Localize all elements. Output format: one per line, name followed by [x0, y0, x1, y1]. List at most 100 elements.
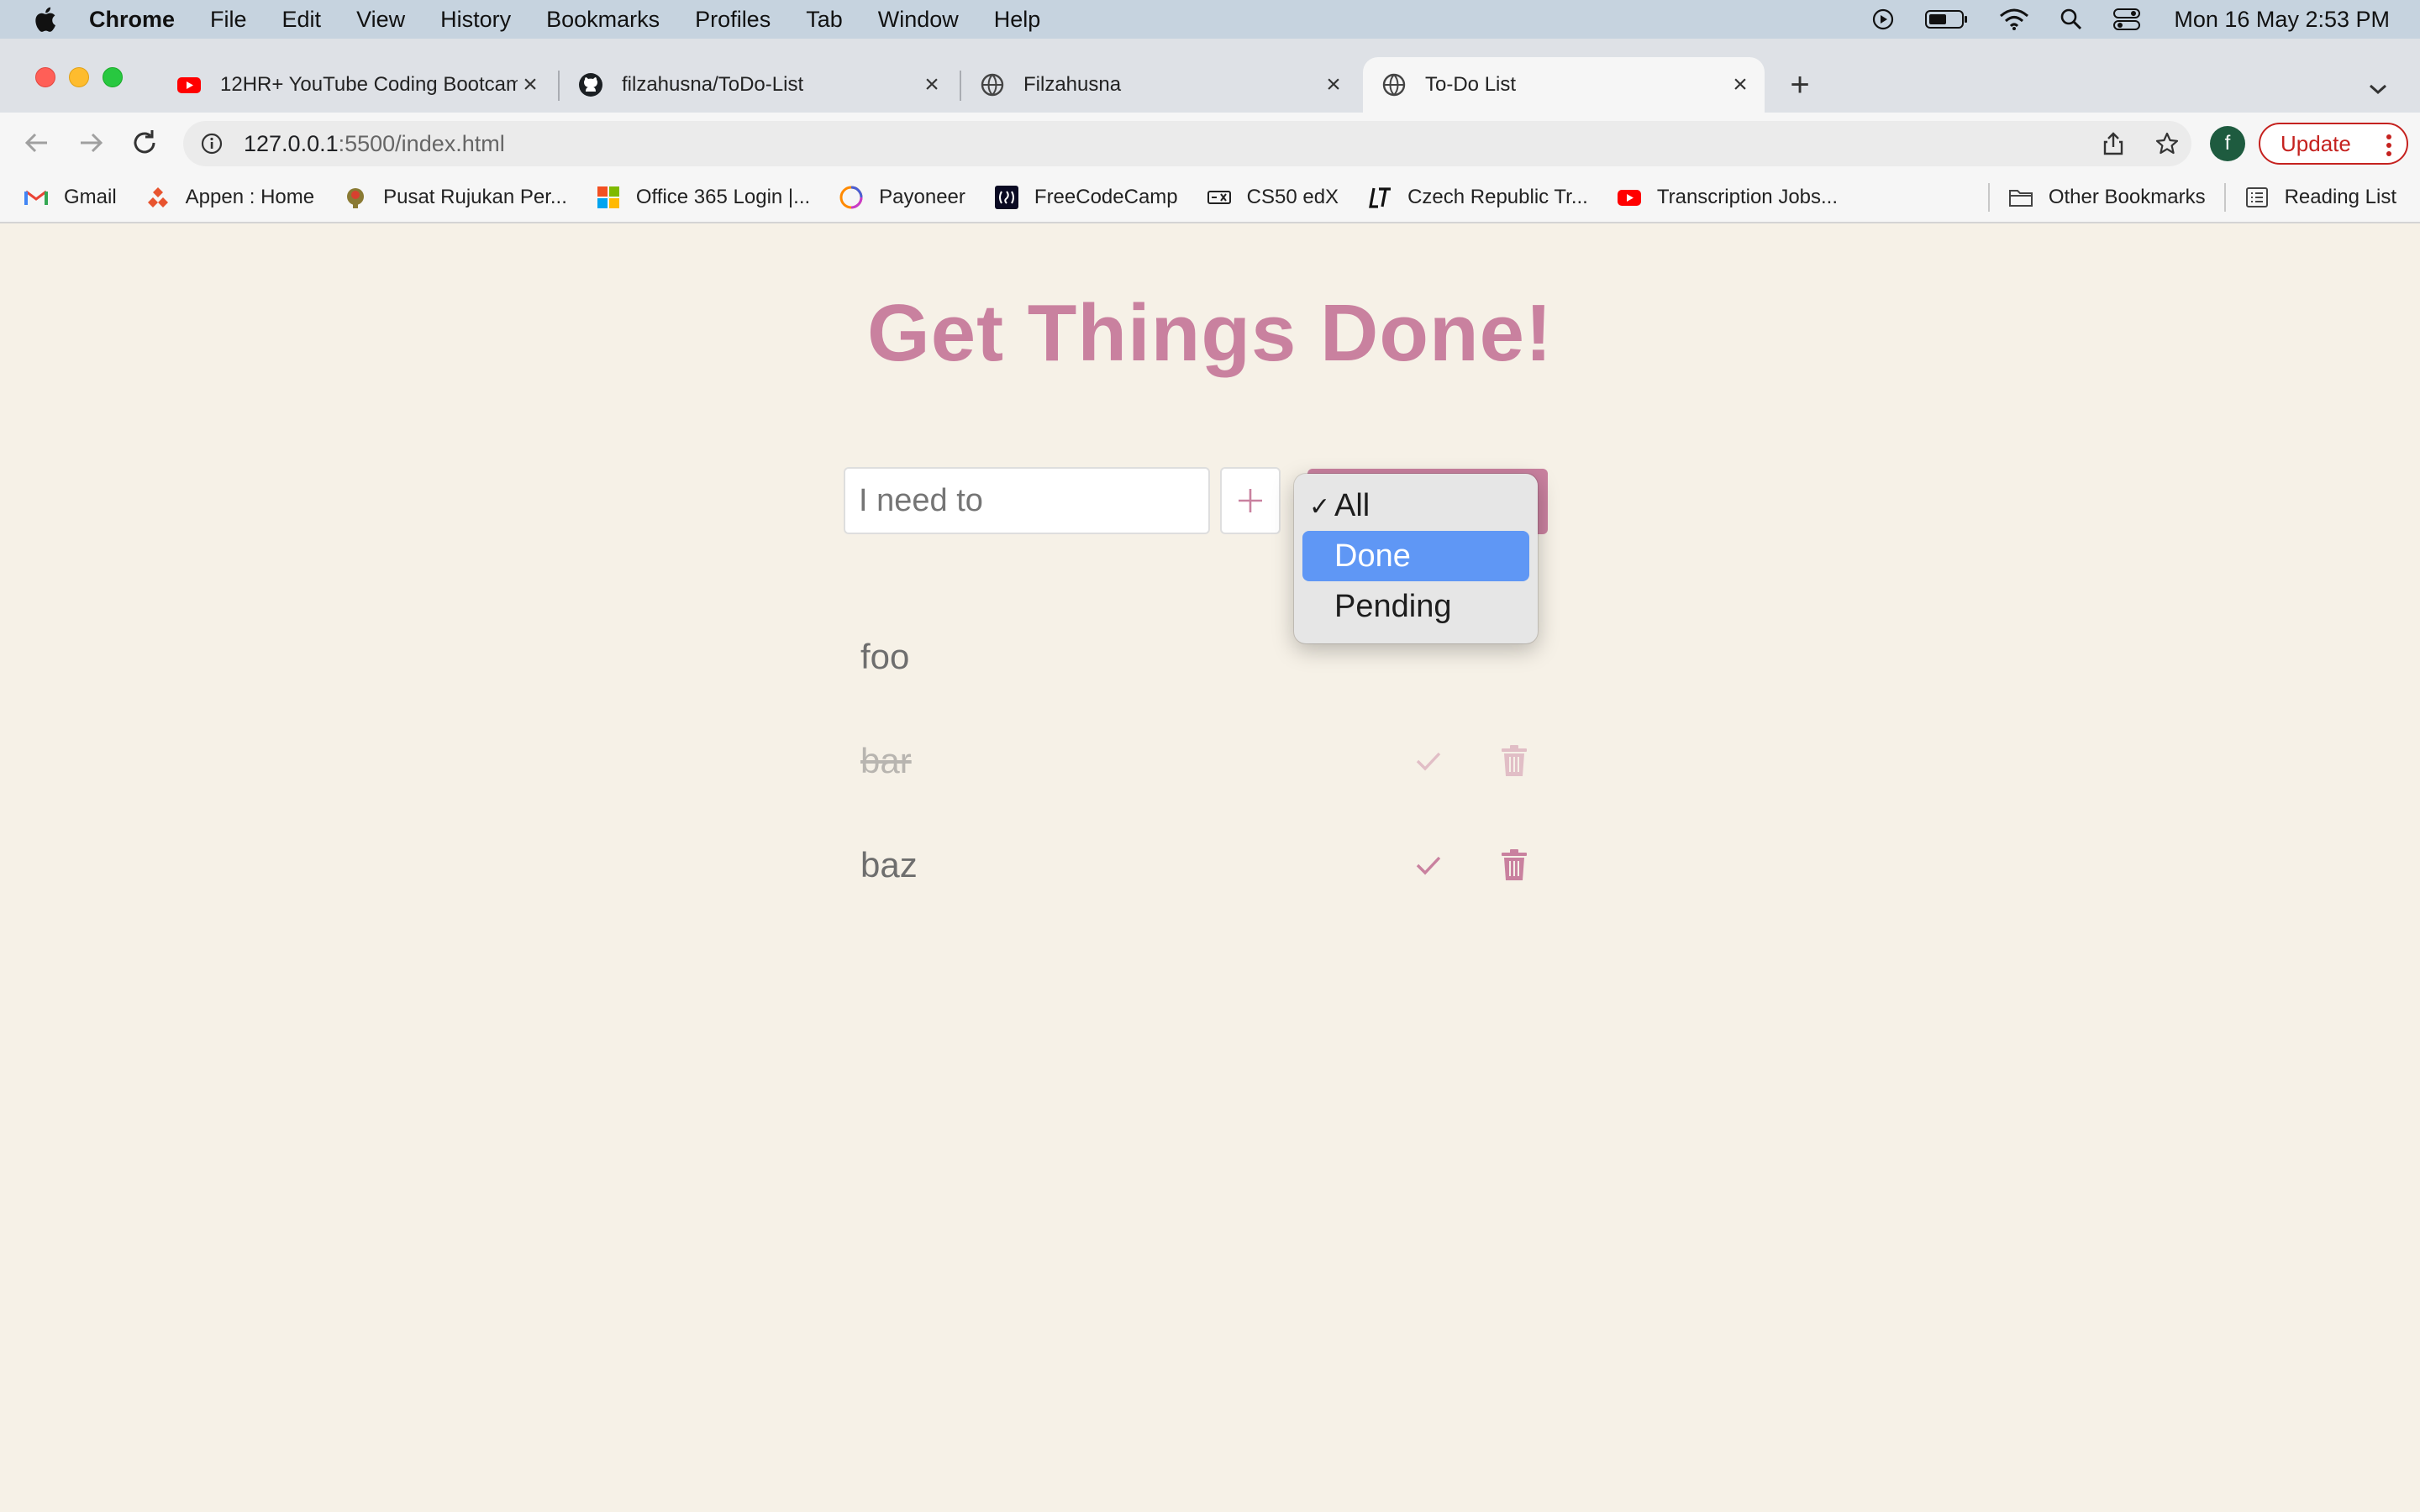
bookmarks-right-group: Other Bookmarks Reading List	[1970, 173, 2396, 222]
control-center-icon[interactable]	[2113, 8, 2141, 31]
menu-app-chrome[interactable]: Chrome	[89, 7, 175, 33]
window-minimize-button[interactable]	[69, 67, 89, 87]
tab-separator	[960, 71, 961, 101]
bookmark-transcription-jobs[interactable]: Transcription Jobs...	[1617, 185, 1838, 210]
reading-list[interactable]: Reading List	[2244, 185, 2396, 210]
tab-filzahusna[interactable]: Filzahusna ×	[963, 57, 1358, 113]
spotlight-search-icon[interactable]	[2060, 8, 2083, 31]
address-bar[interactable]: 127.0.0.1:5500/index.html	[183, 121, 2191, 166]
site-info-icon[interactable]	[200, 132, 224, 155]
folder-icon	[2008, 190, 2033, 207]
close-tab-icon[interactable]: ×	[1321, 71, 1346, 98]
wifi-icon[interactable]	[1999, 8, 2029, 31]
window-close-button[interactable]	[35, 67, 55, 87]
menubar-status-area: Mon 16 May 2:53 PM	[1841, 0, 2390, 39]
delete-trash-icon[interactable]	[1496, 743, 1533, 780]
bookmark-appen[interactable]: Appen : Home	[145, 185, 314, 210]
close-tab-icon[interactable]: ×	[919, 71, 944, 98]
selected-check-icon: ✓	[1309, 493, 1331, 521]
macos-menu-bar: Chrome File Edit View History Bookmarks …	[0, 0, 2420, 39]
menu-view[interactable]: View	[356, 7, 405, 33]
update-label: Update	[2281, 130, 2351, 156]
other-bookmarks[interactable]: Other Bookmarks	[2008, 185, 2206, 210]
back-arrow-icon[interactable]	[22, 128, 52, 158]
youtube-icon	[1617, 190, 1641, 206]
bookmark-star-icon[interactable]	[2154, 131, 2180, 156]
screen-recording-icon[interactable]	[1871, 8, 1895, 31]
tab-youtube-bootcamp[interactable]: 12HR+ YouTube Coding Bootcamp ×	[160, 57, 555, 113]
bookmark-cs50-edx[interactable]: CS50 edX	[1207, 185, 1339, 210]
bookmark-pusat-rujukan[interactable]: Pusat Rujukan Per...	[343, 185, 567, 210]
filter-option-done[interactable]: Done	[1302, 531, 1529, 581]
bookmark-gmail[interactable]: Gmail	[24, 185, 117, 210]
forward-arrow-icon[interactable]	[76, 128, 106, 158]
globe-icon	[981, 73, 1004, 97]
bookmark-label: Czech Republic Tr...	[1407, 186, 1588, 208]
bookmark-label: FreeCodeCamp	[1034, 186, 1178, 208]
url-path: :5500/index.html	[338, 130, 505, 156]
page-heading: Get Things Done!	[867, 288, 1553, 378]
browser-tab-strip: 12HR+ YouTube Coding Bootcamp × filzahus…	[0, 39, 2420, 113]
filter-option-pending[interactable]: Pending	[1302, 581, 1529, 632]
share-icon[interactable]	[2101, 131, 2126, 156]
pusat-icon	[347, 188, 365, 208]
tab-todo-list-active[interactable]: To-Do List ×	[1363, 57, 1765, 113]
tab-github-todo-list[interactable]: filzahusna/ToDo-List ×	[561, 57, 956, 113]
browser-toolbar: 127.0.0.1:5500/index.html f Update	[0, 113, 2420, 173]
battery-icon[interactable]	[1925, 8, 1969, 31]
delete-trash-icon[interactable]	[1496, 847, 1533, 884]
menu-profiles[interactable]: Profiles	[695, 7, 771, 33]
bookmark-freecodecamp[interactable]: FreeCodeCamp	[994, 185, 1178, 210]
menu-bookmarks[interactable]: Bookmarks	[546, 7, 660, 33]
complete-check-icon[interactable]	[1410, 847, 1447, 884]
add-todo-button[interactable]	[1220, 467, 1281, 534]
reload-icon[interactable]	[129, 128, 160, 158]
menu-tab[interactable]: Tab	[806, 7, 843, 33]
gmail-icon	[24, 190, 48, 205]
bookmark-label: Payoneer	[879, 186, 965, 208]
bookmark-label: CS50 edX	[1246, 186, 1339, 208]
close-tab-icon[interactable]: ×	[1728, 71, 1753, 98]
bookmark-czech-republic[interactable]: Czech Republic Tr...	[1367, 185, 1588, 210]
update-button[interactable]: Update	[2259, 123, 2408, 165]
bookmark-label: Other Bookmarks	[2048, 186, 2206, 208]
plus-icon	[1239, 489, 1262, 512]
page-viewport: Get Things Done! I need to foo bar baz ✓…	[0, 225, 2420, 1512]
bookmark-payoneer[interactable]: Payoneer	[839, 185, 965, 210]
appen-icon	[147, 187, 168, 207]
bookmark-label: Gmail	[64, 186, 117, 208]
window-fullscreen-button[interactable]	[103, 67, 123, 87]
tab-title: To-Do List	[1425, 73, 1517, 96]
freecodecamp-icon	[994, 186, 1018, 209]
menubar-clock[interactable]: Mon 16 May 2:53 PM	[2174, 7, 2390, 33]
todo-item-baz: baz	[860, 832, 1533, 899]
apple-logo-icon[interactable]	[32, 5, 57, 34]
tab-title: 12HR+ YouTube Coding Bootcamp	[220, 73, 518, 96]
menu-edit[interactable]: Edit	[282, 7, 322, 33]
bookmarks-divider	[2223, 183, 2226, 212]
todo-text: baz	[860, 845, 918, 885]
tab-separator	[558, 71, 560, 101]
menu-help[interactable]: Help	[994, 7, 1041, 33]
filter-option-all[interactable]: ✓ All	[1302, 480, 1529, 531]
option-label: All	[1334, 487, 1370, 523]
bookmark-office-365[interactable]: Office 365 Login |...	[596, 185, 810, 210]
profile-avatar[interactable]: f	[2210, 126, 2245, 161]
menu-window[interactable]: Window	[878, 7, 959, 33]
tab-title: filzahusna/ToDo-List	[622, 73, 804, 96]
tab-search-chevron-icon[interactable]	[2366, 77, 2390, 103]
filter-dropdown-menu: ✓ All Done Pending	[1294, 474, 1538, 643]
url-host: 127.0.0.1	[244, 130, 339, 156]
microsoft-icon	[597, 186, 619, 208]
todo-input[interactable]: I need to	[844, 467, 1210, 534]
menu-file[interactable]: File	[210, 7, 247, 33]
github-icon	[579, 73, 602, 97]
complete-check-icon[interactable]	[1410, 743, 1447, 780]
bookmark-label: Pusat Rujukan Per...	[383, 186, 567, 208]
bookmark-label: Appen : Home	[185, 186, 315, 208]
more-menu-icon[interactable]	[2385, 133, 2393, 158]
new-tab-plus-icon[interactable]: +	[1785, 68, 1815, 102]
reading-list-icon	[2245, 187, 2268, 207]
menu-history[interactable]: History	[440, 7, 511, 33]
close-tab-icon[interactable]: ×	[518, 71, 543, 98]
